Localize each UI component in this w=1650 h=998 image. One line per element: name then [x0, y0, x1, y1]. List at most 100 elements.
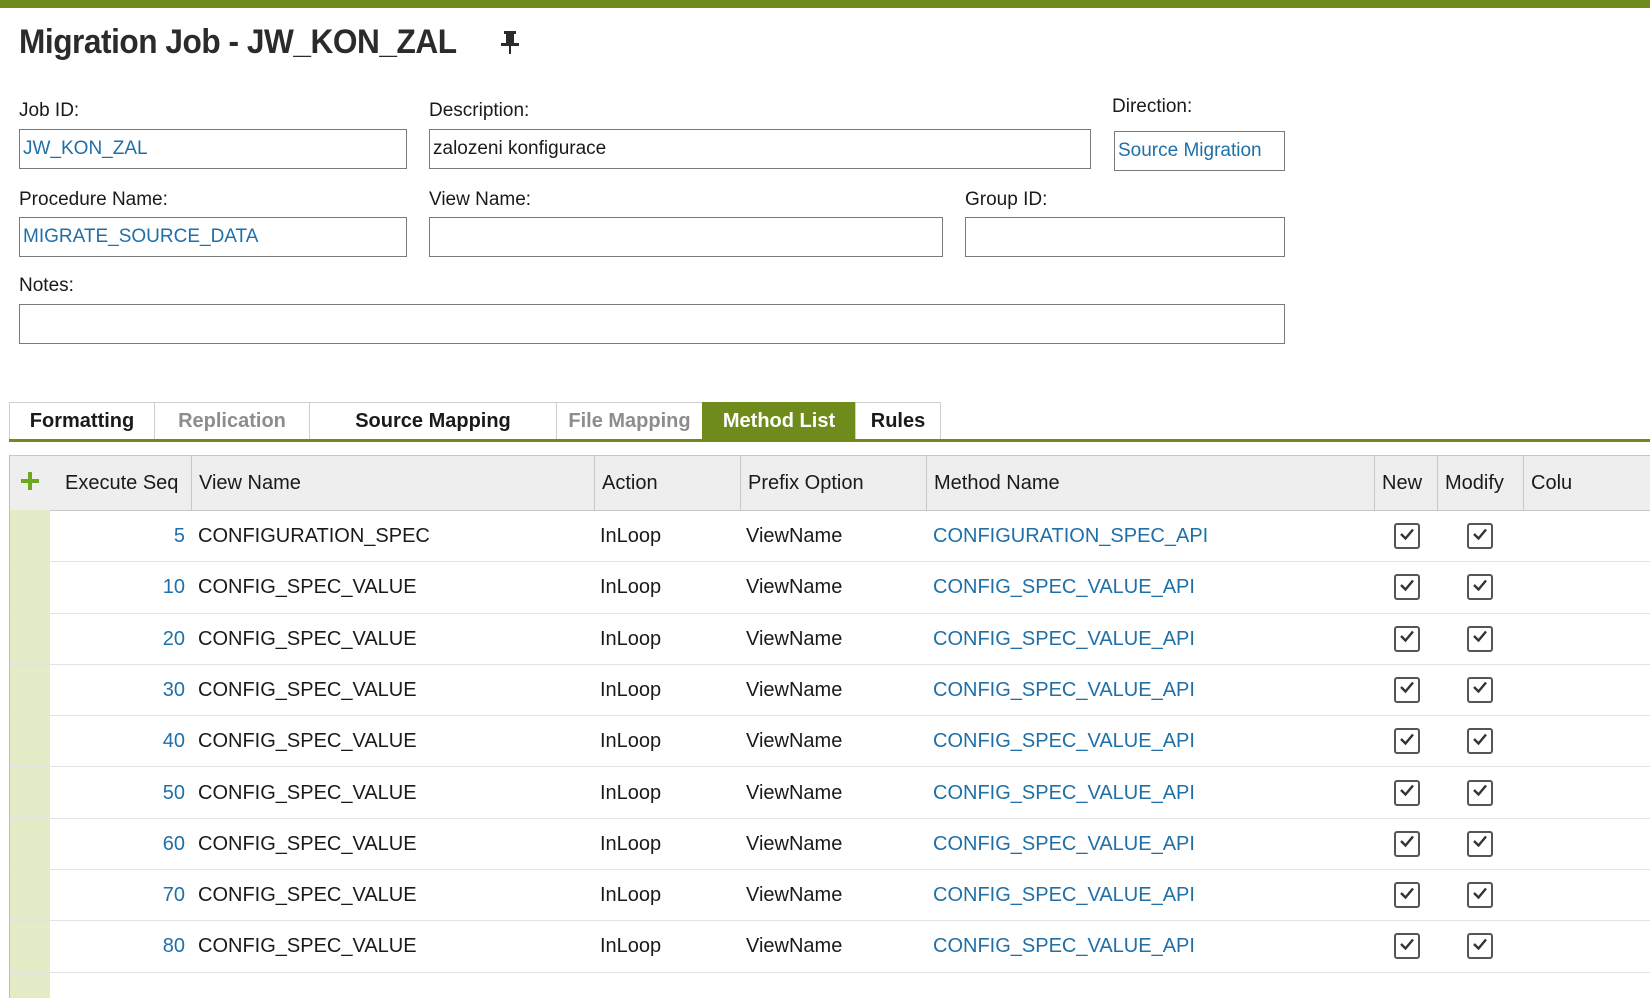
tab-method-list[interactable]: Method List [702, 402, 855, 440]
modify-checkbox[interactable] [1467, 574, 1493, 601]
method-name-link[interactable]: CONFIG_SPEC_VALUE_API [933, 818, 1373, 871]
prefix-option-cell[interactable]: ViewName [746, 818, 926, 871]
method-name-link[interactable]: CONFIGURATION_SPEC_API [933, 510, 1373, 563]
action-cell[interactable]: InLoop [600, 818, 740, 871]
table-row[interactable]: 50 CONFIG_SPEC_VALUE InLoop ViewName CONFIG_… [10, 767, 1650, 819]
tab-rules[interactable]: Rules [855, 402, 941, 440]
execute-seq-cell[interactable]: 30 [58, 664, 185, 717]
execute-seq-cell[interactable]: 60 [58, 818, 185, 871]
modify-checkbox[interactable] [1467, 830, 1493, 857]
modify-checkbox[interactable] [1467, 625, 1493, 652]
table-row[interactable]: 30 CONFIG_SPEC_VALUE InLoop ViewName CONFIG_… [10, 664, 1650, 717]
tab-formatting[interactable]: Formatting [9, 402, 154, 440]
method-name-link[interactable]: CONFIG_SPEC_VALUE_API [933, 561, 1373, 614]
method-name-link[interactable]: CONFIG_SPEC_VALUE_API [933, 869, 1373, 922]
execute-seq-cell[interactable]: 20 [58, 613, 185, 666]
direction-field[interactable]: Source Migration [1114, 131, 1285, 171]
table-row[interactable]: 40 CONFIG_SPEC_VALUE InLoop ViewName CONFIG_… [10, 715, 1650, 768]
notes-field[interactable] [19, 304, 1285, 344]
table-row[interactable]: 20 CONFIG_SPEC_VALUE InLoop ViewName CONFIG_… [10, 613, 1650, 665]
new-checkbox[interactable] [1394, 523, 1420, 549]
new-checkbox[interactable] [1394, 830, 1420, 857]
view-name-cell[interactable]: CONFIG_SPEC_VALUE [198, 920, 593, 973]
tab-underline [9, 439, 1650, 442]
top-accent-bar [0, 0, 1650, 8]
pin-icon[interactable] [498, 28, 522, 56]
description-field[interactable]: zalozeni konfigurace [429, 129, 1091, 169]
check-icon [1398, 525, 1416, 548]
column-header-execute-seq[interactable]: Execute Seq [58, 456, 192, 510]
execute-seq-cell[interactable]: 80 [58, 920, 185, 973]
prefix-option-cell[interactable]: ViewName [746, 869, 926, 922]
new-checkbox[interactable] [1394, 676, 1420, 703]
column-header-column[interactable]: Colu [1524, 456, 1650, 510]
new-checkbox[interactable] [1394, 779, 1420, 806]
execute-seq-cell[interactable]: 40 [58, 715, 185, 768]
method-name-link[interactable]: CONFIG_SPEC_VALUE_API [933, 664, 1373, 717]
check-icon [1398, 678, 1416, 701]
table-row[interactable]: 70 CONFIG_SPEC_VALUE InLoop ViewName CONFIG_… [10, 869, 1650, 922]
prefix-option-cell[interactable]: ViewName [746, 510, 926, 563]
modify-checkbox[interactable] [1467, 728, 1493, 755]
new-checkbox[interactable] [1394, 882, 1420, 909]
column-header-modify[interactable]: Modify [1438, 456, 1524, 510]
execute-seq-cell[interactable]: 70 [58, 869, 185, 922]
new-checkbox[interactable] [1394, 728, 1420, 755]
tab-file-mapping[interactable]: File Mapping [556, 402, 702, 440]
action-cell[interactable]: InLoop [600, 869, 740, 922]
execute-seq-cell[interactable]: 5 [58, 510, 185, 563]
table-row[interactable]: 5 CONFIGURATION_SPEC InLoop ViewName CONFIGU… [10, 510, 1650, 563]
table-row[interactable]: 60 CONFIG_SPEC_VALUE InLoop ViewName CONFIG_… [10, 818, 1650, 871]
new-checkbox[interactable] [1394, 933, 1420, 960]
view-name-cell[interactable]: CONFIG_SPEC_VALUE [198, 664, 593, 717]
prefix-option-cell[interactable]: ViewName [746, 561, 926, 614]
prefix-option-cell[interactable]: ViewName [746, 767, 926, 820]
method-name-link[interactable]: CONFIG_SPEC_VALUE_API [933, 767, 1373, 820]
table-row[interactable]: 80 CONFIG_SPEC_VALUE InLoop ViewName CONFIG_… [10, 920, 1650, 973]
action-cell[interactable]: InLoop [600, 561, 740, 614]
prefix-option-cell[interactable]: ViewName [746, 664, 926, 717]
view-name-cell[interactable]: CONFIG_SPEC_VALUE [198, 561, 593, 614]
prefix-option-cell[interactable]: ViewName [746, 920, 926, 973]
action-cell[interactable]: InLoop [600, 767, 740, 820]
execute-seq-cell[interactable]: 10 [58, 561, 185, 614]
procedure-name-field[interactable]: MIGRATE_SOURCE_DATA [19, 217, 407, 257]
job-id-field[interactable]: JW_KON_ZAL [19, 129, 407, 169]
view-name-cell[interactable]: CONFIG_SPEC_VALUE [198, 818, 593, 871]
add-row-button[interactable] [10, 456, 50, 510]
action-cell[interactable]: InLoop [600, 613, 740, 666]
modify-checkbox[interactable] [1467, 779, 1493, 806]
method-name-link[interactable]: CONFIG_SPEC_VALUE_API [933, 715, 1373, 768]
action-cell[interactable]: InLoop [600, 664, 740, 717]
method-name-link[interactable]: CONFIG_SPEC_VALUE_API [933, 920, 1373, 973]
view-name-cell[interactable]: CONFIG_SPEC_VALUE [198, 767, 593, 820]
view-name-cell[interactable]: CONFIG_SPEC_VALUE [198, 613, 593, 666]
group-id-field[interactable] [965, 217, 1285, 257]
table-row[interactable]: 10 CONFIG_SPEC_VALUE InLoop ViewName CONFIG_… [10, 561, 1650, 614]
prefix-option-cell[interactable]: ViewName [746, 613, 926, 666]
action-cell[interactable]: InLoop [600, 510, 740, 563]
tab-replication[interactable]: Replication [154, 402, 309, 440]
execute-seq-cell[interactable]: 50 [58, 767, 185, 820]
modify-checkbox[interactable] [1467, 933, 1493, 960]
view-name-cell[interactable]: CONFIG_SPEC_VALUE [198, 869, 593, 922]
tab-source-mapping[interactable]: Source Mapping [309, 402, 556, 440]
modify-checkbox[interactable] [1467, 676, 1493, 703]
modify-checkbox[interactable] [1467, 882, 1493, 909]
view-name-cell[interactable]: CONFIG_SPEC_VALUE [198, 715, 593, 768]
column-header-action[interactable]: Action [595, 456, 741, 510]
action-cell[interactable]: InLoop [600, 920, 740, 973]
column-header-prefix-option[interactable]: Prefix Option [741, 456, 927, 510]
column-header-view-name[interactable]: View Name [192, 456, 595, 510]
view-name-field[interactable] [429, 217, 943, 257]
view-name-cell[interactable]: CONFIGURATION_SPEC [198, 510, 593, 563]
check-icon [1471, 678, 1489, 701]
prefix-option-cell[interactable]: ViewName [746, 715, 926, 768]
new-checkbox[interactable] [1394, 625, 1420, 652]
modify-checkbox[interactable] [1467, 523, 1493, 549]
column-header-new[interactable]: New [1375, 456, 1438, 510]
new-checkbox[interactable] [1394, 574, 1420, 601]
method-name-link[interactable]: CONFIG_SPEC_VALUE_API [933, 613, 1373, 666]
action-cell[interactable]: InLoop [600, 715, 740, 768]
column-header-method-name[interactable]: Method Name [927, 456, 1375, 510]
